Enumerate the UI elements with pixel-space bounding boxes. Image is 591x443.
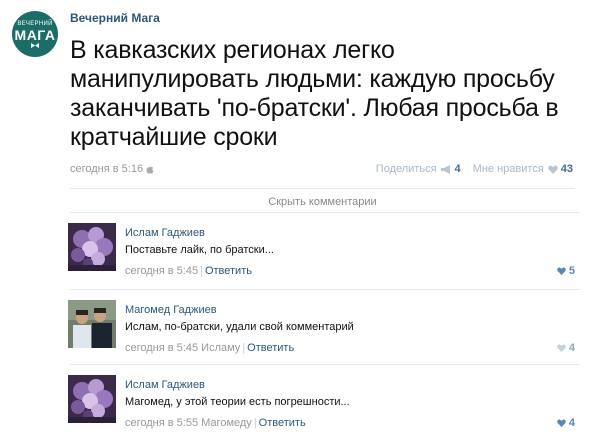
reply-to-name[interactable]: Исламу [201, 342, 240, 354]
commenter-name[interactable]: Магомед Гаджиев [125, 304, 217, 316]
comment-item: Магомед Гаджиев Ислам, по-братски, удали… [68, 289, 580, 363]
comment-text: Поставьте лайк, по братски... [125, 244, 274, 256]
reply-button[interactable]: Ответить [259, 417, 306, 429]
like-button[interactable]: Мне нравится [473, 163, 544, 175]
comment-date[interactable]: сегодня в 5:45 [125, 342, 198, 354]
post-actions: Поделиться 4 Мне нравится 43 [376, 163, 573, 175]
comment-meta: сегодня в 5:45 Исламу | Ответить [125, 342, 295, 354]
comment-item: Ислам Гаджиев Магомед, у этой теории ест… [68, 364, 580, 438]
comment-date[interactable]: сегодня в 5:45 [125, 265, 198, 277]
avatar-caption-big: МАГА [14, 26, 56, 43]
comment-like-count: 5 [568, 265, 575, 277]
heart-icon [557, 419, 566, 427]
commenter-avatar[interactable] [68, 300, 116, 348]
comment-like-button[interactable]: 4 [557, 342, 575, 354]
comment-text: Магомед, у этой теории есть погрешности.… [125, 396, 350, 408]
comment-meta: сегодня в 5:55 Магомеду | Ответить [125, 417, 306, 429]
comment-item: Ислам Гаджиев Поставьте лайк, по братски… [68, 212, 580, 286]
heart-icon [557, 267, 566, 275]
comment-like-button[interactable]: 4 [557, 417, 575, 429]
wall-post: ВЕЧЕРНИЙ МАГА Вечерний Мага В кавказских… [0, 0, 591, 443]
flowers-photo [68, 375, 116, 423]
apple-icon [146, 164, 154, 174]
heart-icon [547, 165, 558, 174]
bowtie-icon [31, 42, 39, 48]
megaphone-icon [440, 164, 450, 174]
flowers-photo [68, 223, 116, 271]
reply-button[interactable]: Ответить [247, 342, 294, 354]
post-date-text: сегодня в 5:16 [70, 163, 144, 175]
comment-meta: сегодня в 5:45 | Ответить [125, 265, 252, 277]
heart-icon [557, 344, 566, 352]
commenter-avatar[interactable] [68, 223, 116, 271]
two-men-photo [68, 300, 116, 348]
comment-text: Ислам, по-братски, удали свой комментари… [125, 321, 354, 333]
post-author-link[interactable]: Вечерний Мага [70, 11, 160, 25]
share-count: 4 [454, 163, 461, 175]
commenter-name[interactable]: Ислам Гаджиев [125, 379, 205, 391]
share-button[interactable]: Поделиться [376, 163, 437, 175]
commenter-avatar[interactable] [68, 375, 116, 423]
post-text: В кавказских регионах легко манипулирова… [70, 36, 559, 151]
post-date[interactable]: сегодня в 5:16 [70, 163, 154, 175]
like-count: 43 [560, 163, 573, 175]
commenter-name[interactable]: Ислам Гаджиев [125, 227, 205, 239]
reply-button[interactable]: Ответить [205, 265, 252, 277]
comment-like-count: 4 [568, 342, 575, 354]
comment-date[interactable]: сегодня в 5:55 [125, 417, 198, 429]
community-avatar[interactable]: ВЕЧЕРНИЙ МАГА [12, 11, 58, 57]
reply-to-name[interactable]: Магомеду [201, 417, 252, 429]
comment-like-button[interactable]: 5 [557, 265, 575, 277]
hide-comments-link[interactable]: Скрыть комментарии [70, 188, 575, 210]
comment-like-count: 4 [568, 417, 575, 429]
